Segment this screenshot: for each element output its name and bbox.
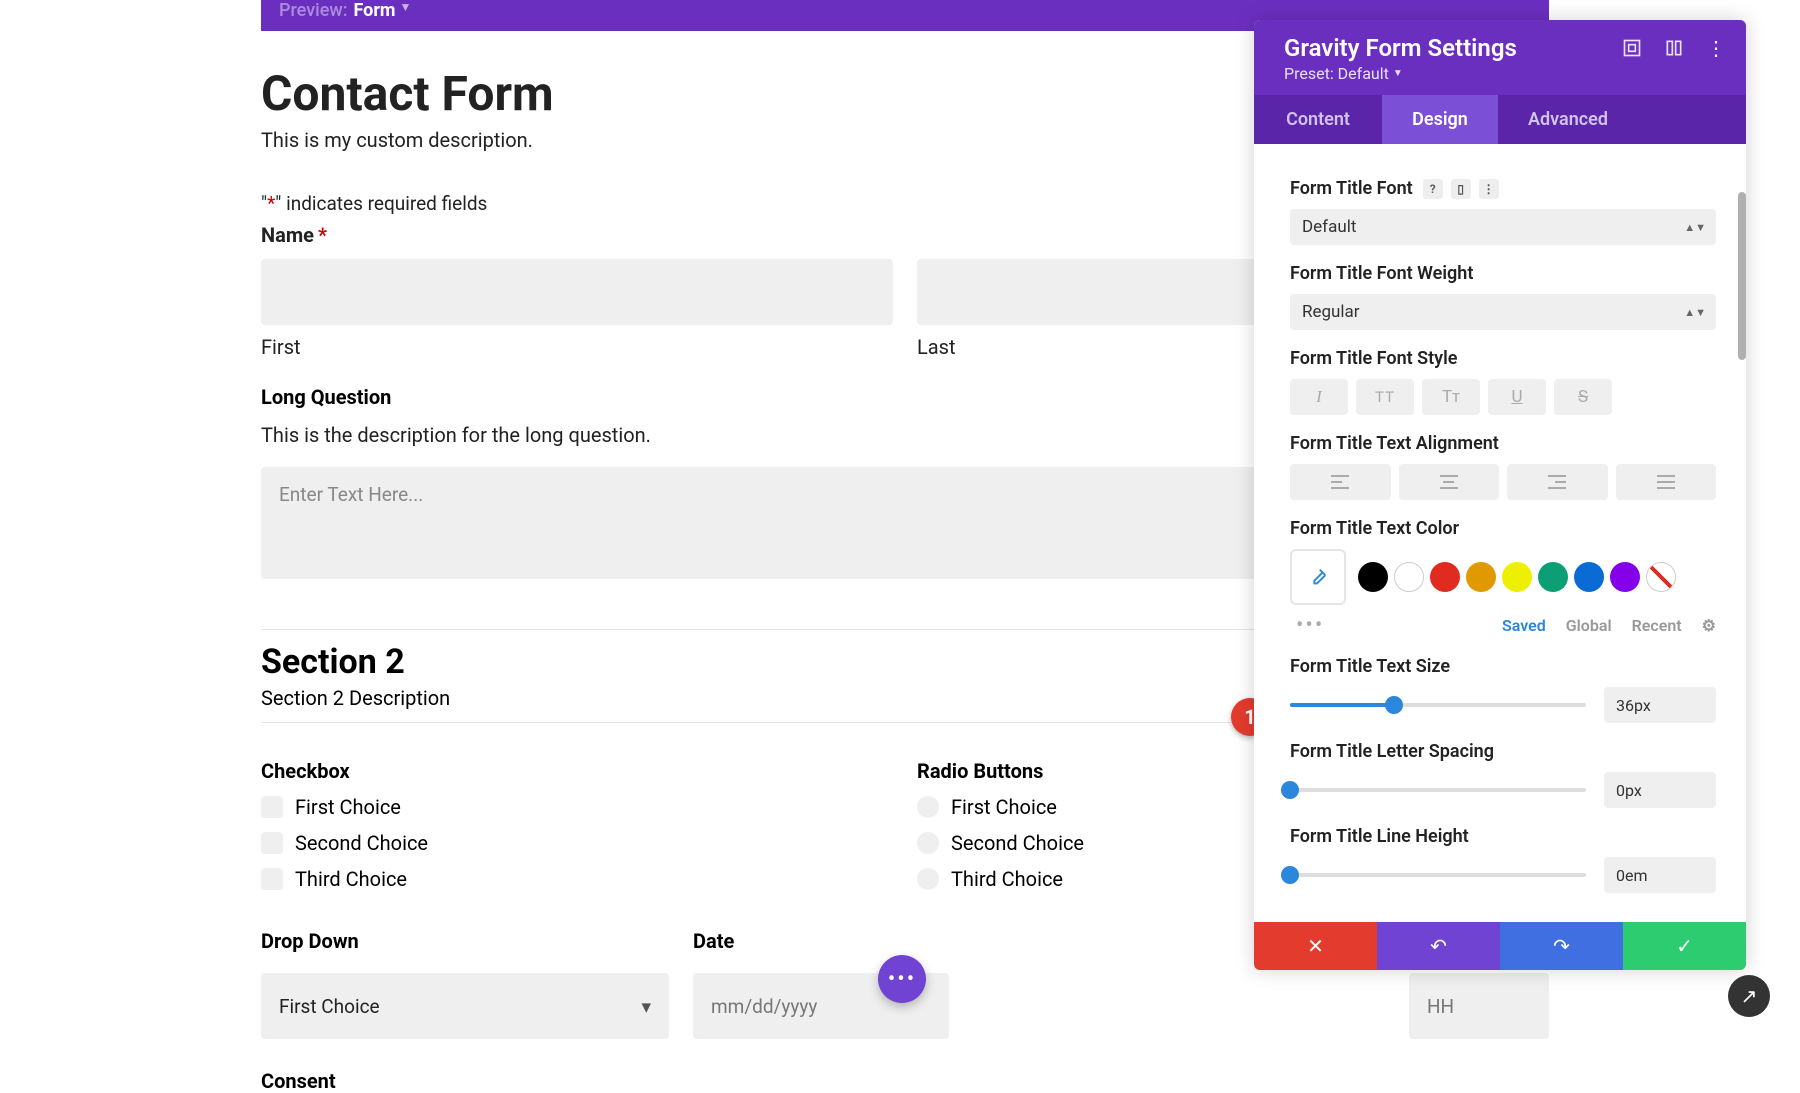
expand-icon[interactable]: [1622, 38, 1642, 58]
checkbox-option[interactable]: Third Choice: [261, 867, 893, 891]
font-select[interactable]: Default▲▼: [1290, 209, 1716, 245]
tab-content[interactable]: Content: [1254, 95, 1382, 144]
select-arrow-icon: ▲▼: [1684, 306, 1706, 319]
checkbox-icon[interactable]: [261, 796, 283, 818]
settings-panel: Gravity Form Settings ⋮ Preset: Default …: [1254, 20, 1746, 970]
swatch-black[interactable]: [1358, 562, 1388, 592]
swatch-blue[interactable]: [1574, 562, 1604, 592]
consent-label: Consent: [261, 1069, 1549, 1093]
chevron-down-icon: ▾: [641, 995, 651, 1018]
swatch-orange[interactable]: [1466, 562, 1496, 592]
save-button[interactable]: ✓: [1623, 922, 1746, 970]
panel-title: Gravity Form Settings: [1284, 34, 1517, 62]
font-weight-label: Form Title Font Weight: [1290, 263, 1716, 284]
panel-body: Form Title Font ? ▯ ⋮ Default▲▼ Form Tit…: [1254, 144, 1746, 922]
letter-spacing-slider[interactable]: [1290, 788, 1586, 792]
swatch-none[interactable]: [1646, 562, 1676, 592]
font-weight-select[interactable]: Regular▲▼: [1290, 294, 1716, 330]
font-label: Form Title Font ? ▯ ⋮: [1290, 178, 1716, 199]
color-tab-recent[interactable]: Recent: [1632, 616, 1682, 635]
color-picker-button[interactable]: [1290, 549, 1346, 605]
panel-header: Gravity Form Settings ⋮ Preset: Default …: [1254, 20, 1746, 95]
letter-spacing-value[interactable]: 0px: [1604, 772, 1716, 808]
first-name-sublabel: First: [261, 335, 893, 359]
line-height-label: Form Title Line Height: [1290, 826, 1716, 847]
italic-button[interactable]: I: [1290, 379, 1348, 415]
chevron-down-icon: ▼: [400, 0, 412, 14]
checkbox-label: Checkbox: [261, 759, 893, 783]
required-star: *: [318, 223, 327, 247]
text-color-label: Form Title Text Color: [1290, 518, 1716, 539]
tab-design[interactable]: Design: [1382, 95, 1498, 144]
smallcaps-button[interactable]: Tᴛ: [1422, 379, 1480, 415]
text-size-label: Form Title Text Size: [1290, 656, 1716, 677]
align-center-button[interactable]: [1399, 464, 1500, 500]
kebab-icon[interactable]: ⋮: [1479, 179, 1499, 199]
preset-selector[interactable]: Preset: Default ▼: [1284, 64, 1726, 83]
align-left-button[interactable]: [1290, 464, 1391, 500]
select-arrow-icon: ▲▼: [1684, 221, 1706, 234]
panel-footer: ✕ ↶ ↷ ✓: [1254, 922, 1746, 970]
underline-button[interactable]: U: [1488, 379, 1546, 415]
font-style-label: Form Title Font Style: [1290, 348, 1716, 369]
more-colors-icon[interactable]: •••: [1296, 613, 1324, 638]
columns-icon[interactable]: [1664, 38, 1684, 58]
uppercase-button[interactable]: TT: [1356, 379, 1414, 415]
undo-button[interactable]: ↶: [1377, 922, 1500, 970]
swatch-purple[interactable]: [1610, 562, 1640, 592]
kebab-icon[interactable]: ⋮: [1706, 36, 1726, 60]
text-align-label: Form Title Text Alignment: [1290, 433, 1716, 454]
strikethrough-button[interactable]: S: [1554, 379, 1612, 415]
first-name-input[interactable]: [261, 259, 893, 325]
dropdown-label: Drop Down: [261, 929, 669, 953]
help-icon[interactable]: ?: [1423, 179, 1443, 199]
swatch-white[interactable]: [1394, 562, 1424, 592]
time-hh-input[interactable]: HH: [1409, 973, 1549, 1039]
swatch-red[interactable]: [1430, 562, 1460, 592]
checkbox-icon[interactable]: [261, 832, 283, 854]
radio-icon[interactable]: [917, 832, 939, 854]
date-label: Date: [693, 929, 949, 953]
preview-label: Preview:: [279, 0, 347, 21]
gear-icon[interactable]: ⚙: [1702, 616, 1716, 635]
mobile-icon[interactable]: ▯: [1451, 179, 1471, 199]
text-size-value[interactable]: 36px: [1604, 687, 1716, 723]
color-tab-global[interactable]: Global: [1566, 616, 1612, 635]
line-height-value[interactable]: 0em: [1604, 857, 1716, 893]
letter-spacing-label: Form Title Letter Spacing: [1290, 741, 1716, 762]
text-size-slider[interactable]: [1290, 703, 1586, 707]
more-options-fab[interactable]: •••: [878, 955, 926, 1003]
tab-advanced[interactable]: Advanced: [1498, 95, 1746, 144]
color-tab-saved[interactable]: Saved: [1502, 616, 1546, 635]
eyedropper-icon: [1307, 566, 1329, 588]
chevron-down-icon: ▼: [1393, 68, 1403, 79]
align-justify-button[interactable]: [1616, 464, 1717, 500]
scrollbar[interactable]: [1738, 192, 1746, 360]
line-height-slider[interactable]: [1290, 873, 1586, 877]
preview-value: Form: [353, 0, 395, 21]
corner-fab[interactable]: ↗: [1728, 975, 1770, 1017]
checkbox-option[interactable]: Second Choice: [261, 831, 893, 855]
swatch-green[interactable]: [1538, 562, 1568, 592]
radio-icon[interactable]: [917, 868, 939, 890]
panel-tabs: Content Design Advanced: [1254, 95, 1746, 144]
swatch-yellow[interactable]: [1502, 562, 1532, 592]
radio-icon[interactable]: [917, 796, 939, 818]
checkbox-option[interactable]: First Choice: [261, 795, 893, 819]
redo-button[interactable]: ↷: [1500, 922, 1623, 970]
align-right-button[interactable]: [1507, 464, 1608, 500]
checkbox-icon[interactable]: [261, 868, 283, 890]
dropdown-select[interactable]: First Choice ▾: [261, 973, 669, 1039]
close-button[interactable]: ✕: [1254, 922, 1377, 970]
